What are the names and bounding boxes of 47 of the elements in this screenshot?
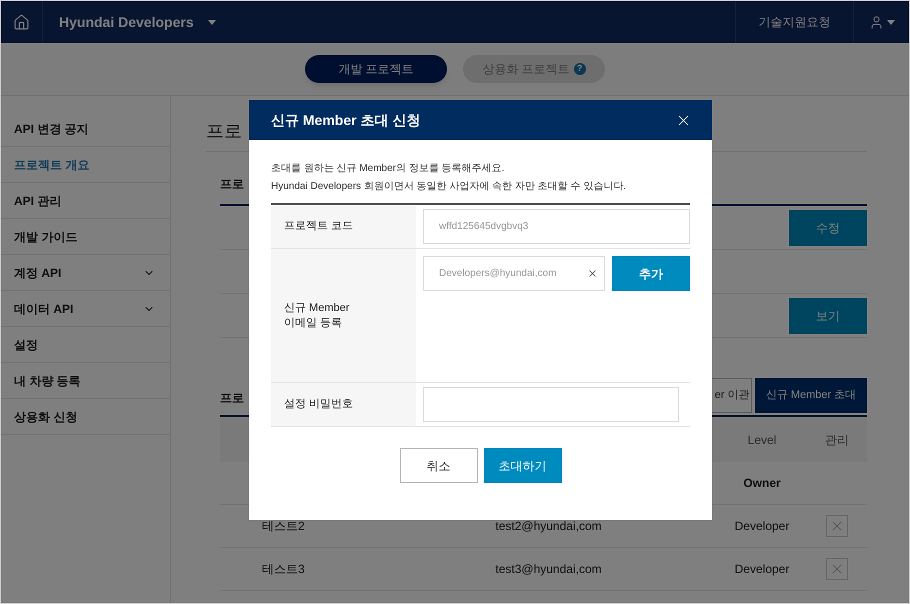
sidebar-item[interactable]: 개발 가이드 xyxy=(1,219,170,255)
table-cell-text: 테스트3 xyxy=(261,561,306,578)
description-text: 초대를 원하는 신규 Member의 정보를 등록해주세요. xyxy=(271,162,506,176)
description-text: Hyundai Developers 회원이면서 동일한 사업자에 속한 자만 초대할 수 있습니다. xyxy=(271,180,628,194)
table-cell-text: test2@hyundai,com xyxy=(494,518,603,535)
sidebar-item[interactable]: 계정 API xyxy=(1,255,170,291)
sidebar-item[interactable]: API 관리 xyxy=(1,183,170,219)
cancel-button[interactable]: 취소 xyxy=(400,448,478,483)
sidebar-item[interactable]: 설정 xyxy=(1,327,170,363)
table-cell-text: Developer xyxy=(734,518,790,535)
sidebar-item[interactable]: 상용화 신청 xyxy=(1,399,170,435)
table-cell-text: test3@hyundai,com xyxy=(494,561,603,578)
field-label: 신규 Member 이메일 등록 xyxy=(284,300,350,330)
project-code-field[interactable]: wffd125645dvgbvq3 xyxy=(423,209,690,244)
email-field[interactable]: Developers@hyundai,com xyxy=(423,256,605,291)
edit-button[interactable]: 수정 xyxy=(789,210,867,246)
user-icon xyxy=(868,14,884,30)
section-title: 프로 xyxy=(220,177,244,191)
sidebar-item[interactable]: 프로젝트 개요 xyxy=(1,147,170,183)
column-header: 관리 xyxy=(824,432,850,448)
action-button[interactable]: 신규 Member 초대 xyxy=(755,378,867,413)
sidebar-item[interactable]: 데이터 API xyxy=(1,291,170,327)
add-button[interactable]: 추가 xyxy=(612,256,690,291)
clear-icon[interactable] xyxy=(587,268,598,279)
table-cell-text: Developer xyxy=(734,561,790,578)
remove-button[interactable] xyxy=(826,515,848,537)
dialog-title: 신규 Member 초대 신청 xyxy=(271,110,420,130)
field-label: 프로젝트 코드 xyxy=(284,219,354,234)
caret-icon xyxy=(886,20,894,24)
action-button[interactable]: er 이관 xyxy=(710,378,752,413)
invite-button[interactable]: 초대하기 xyxy=(484,448,562,483)
project-tab[interactable]: 개발 프로젝트 xyxy=(305,55,447,83)
table-cell-text: 테스트2 xyxy=(261,518,306,535)
help-badge: ? xyxy=(574,63,586,75)
caret-icon xyxy=(208,20,216,24)
brand-dropdown[interactable]: Hyundai Developers xyxy=(43,1,216,43)
table-cell-text: Owner xyxy=(742,475,782,492)
sidebar-item[interactable]: 내 차량 등록 xyxy=(1,363,170,399)
field-label: 설정 비밀번호 xyxy=(284,397,354,412)
column-header: Level xyxy=(746,432,778,448)
section-title: 프로 xyxy=(220,390,244,407)
page-title: 프로 xyxy=(206,121,242,141)
remove-button[interactable] xyxy=(826,558,848,580)
sidebar-item[interactable]: API 변경 공지 xyxy=(1,111,170,147)
home-icon[interactable] xyxy=(13,14,30,30)
view-button[interactable]: 보기 xyxy=(789,298,867,334)
password-field[interactable] xyxy=(423,387,679,422)
